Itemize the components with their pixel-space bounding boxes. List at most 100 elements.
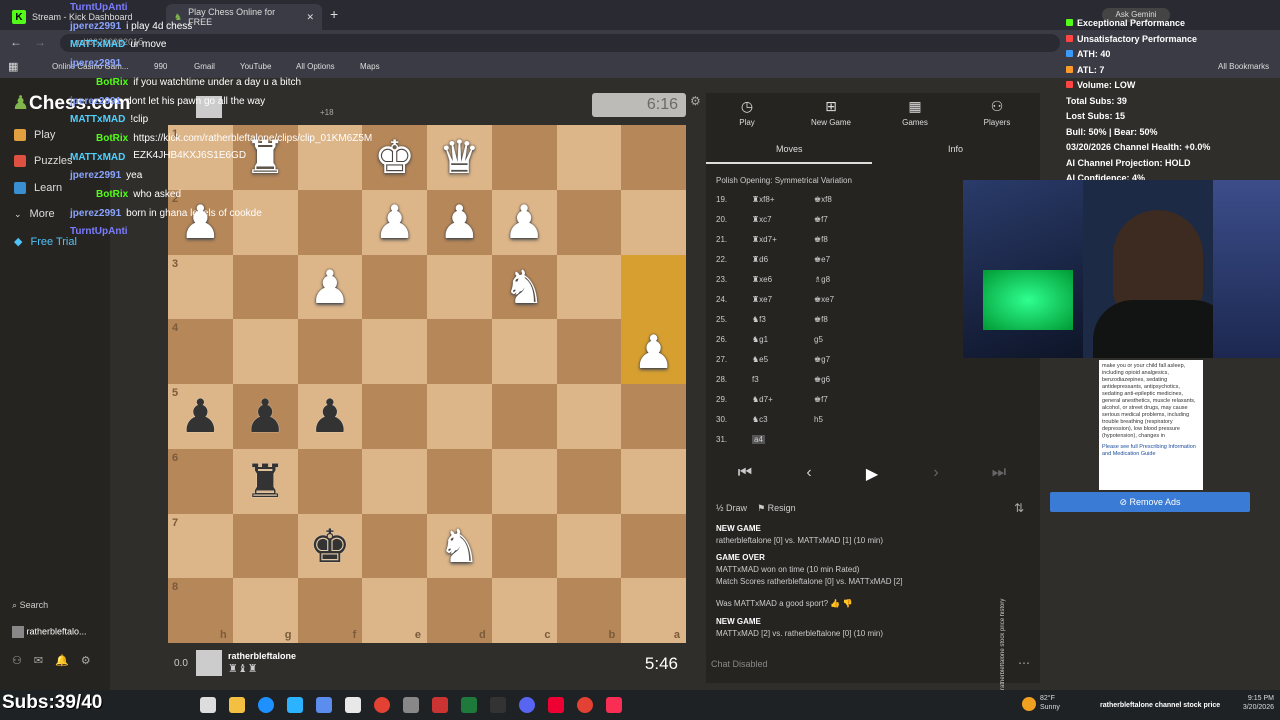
square-e5[interactable] [427,384,492,449]
square-g6[interactable] [556,448,622,514]
chess-piece[interactable]: ♞ [427,514,492,579]
square-g4[interactable] [556,319,622,384]
move-b[interactable]: ♚g7 [814,355,830,364]
nav-play[interactable]: Play [14,129,55,141]
move-w[interactable]: ♜xe6 [752,275,772,284]
square-d4[interactable] [362,319,427,384]
square-f2[interactable]: ♟ [491,189,557,255]
remove-ads-button[interactable]: ⊘ Remove Ads [1050,492,1250,512]
move-w[interactable]: ♜d6 [752,255,768,264]
square-a7[interactable]: 7 [168,513,233,579]
nav-free-trial[interactable]: ◆ Free Trial [14,235,77,249]
apps-grid-icon[interactable]: ▦ [8,60,18,73]
square-h4[interactable]: ♟ [621,319,686,384]
square-e3[interactable] [427,254,492,320]
chess-board[interactable]: 1 ♜ ♚ ♛ 2 ♟ ♟ ♟ ♟ 3 ♟ ♞ 4 ♟ 5 ♟ ♟ ♟ 6 ♜ 7 ♚ ♞ 8 h g f e d c b a [168,125,686,643]
move-w[interactable]: ♜xc7 [752,215,772,224]
chess-piece[interactable]: ♟ [492,190,557,255]
chrome-icon[interactable] [577,697,593,713]
square-h7[interactable] [621,513,686,579]
app-icon[interactable] [490,697,506,713]
maps-pin-icon[interactable] [548,697,564,713]
next-move-button[interactable]: › [906,464,966,488]
chat-username[interactable]: MATTxMAD [70,114,125,125]
resign-button[interactable]: ⚑ Resign [757,503,796,513]
square-b3[interactable] [232,254,298,320]
square-h5[interactable] [621,384,686,449]
new-tab-icon[interactable]: + [330,6,338,22]
square-b5[interactable]: ♟ [232,384,298,449]
move-w[interactable]: a4 [752,435,765,444]
square-a3[interactable]: 3 [168,254,233,320]
flip-board-icon[interactable]: ⇅ [1014,501,1024,515]
square-f8[interactable]: c [491,578,557,643]
tab-moves[interactable]: Moves [776,144,803,154]
square-c7[interactable]: ♚ [297,513,363,579]
search-nav[interactable]: ⌕ Search [12,600,48,611]
move-b[interactable]: ♚g6 [814,375,830,384]
chat-username[interactable]: BotRix [96,189,128,200]
back-icon[interactable]: ← [10,35,22,49]
bookmark-gmail[interactable]: Gmail [194,62,215,71]
tab-info[interactable]: Info [948,144,963,154]
square-f4[interactable] [491,319,557,384]
square-a4[interactable]: 4 [168,319,233,384]
move-w[interactable]: ♜xe7 [752,295,772,304]
chat-username[interactable]: jperez2991 [70,58,121,69]
app-icon[interactable] [316,697,332,713]
move-b[interactable]: ♚f8 [814,315,828,324]
move-b[interactable]: g5 [814,335,823,344]
tab-players[interactable]: ⚇ Players [962,98,1032,127]
edge-icon[interactable] [258,697,274,713]
move-b[interactable]: ♗g8 [814,275,830,284]
music-icon[interactable] [606,697,622,713]
square-e2[interactable]: ♟ [427,189,492,255]
move-row[interactable]: 28. f3 ♚g6 [716,375,1016,395]
move-w[interactable]: ♞g1 [752,335,768,344]
all-bookmarks[interactable]: All Bookmarks [1218,62,1269,71]
bookmark-990[interactable]: 990 [154,62,167,71]
square-b6[interactable]: ♜ [232,448,298,514]
square-e1[interactable]: ♛ [427,125,492,190]
ad-footer[interactable]: Please see full Prescribing Information … [1102,444,1200,458]
square-g8[interactable]: b [556,578,622,643]
clock[interactable]: 9:15 PM 3/20/2026 [1228,694,1274,712]
more-options-icon[interactable]: ⋯ [1018,656,1030,670]
forward-icon[interactable]: → [34,35,46,49]
square-e8[interactable]: d [427,578,492,643]
chat-username[interactable]: MATTxMAD [70,152,125,163]
move-w[interactable]: ♜xf8+ [752,195,775,204]
square-g7[interactable] [556,513,622,579]
discord-icon[interactable] [519,697,535,713]
square-h2[interactable] [621,189,686,255]
square-b8[interactable]: g [232,578,298,643]
chat-username[interactable]: TurntUpAnti [70,226,128,237]
move-b[interactable]: ♚f7 [814,395,828,404]
square-c4[interactable] [297,319,363,384]
chess-piece[interactable]: ♞ [492,255,557,320]
square-g2[interactable] [556,189,622,255]
square-c2[interactable] [297,189,363,255]
nav-more[interactable]: ⌄ More [14,208,55,220]
taskview-icon[interactable] [200,697,216,713]
square-b4[interactable] [232,319,298,384]
square-d5[interactable] [362,384,427,449]
app-icon[interactable] [432,697,448,713]
nav-learn[interactable]: Learn [14,182,62,194]
chess-piece[interactable]: ♟ [362,190,427,255]
chat-username[interactable]: BotRix [96,133,128,144]
ad-banner[interactable]: make you or your child fall asleep, incl… [1099,360,1203,490]
close-icon[interactable]: ✕ [306,12,314,23]
square-g5[interactable] [556,384,622,449]
chat-username[interactable]: TurntUpAnti [70,2,128,13]
move-w[interactable]: ♞d7+ [752,395,773,404]
draw-button[interactable]: ½ Draw [716,503,747,513]
square-g1[interactable] [556,125,622,190]
move-w[interactable]: ♜xd7+ [752,235,777,244]
move-b[interactable]: h5 [814,415,823,424]
move-b[interactable]: ♚xf8 [814,195,832,204]
chess-piece[interactable]: ♟ [298,255,363,320]
last-move-button[interactable]: ⏭ [969,464,1029,488]
store-icon[interactable] [287,697,303,713]
play-button[interactable]: ▶ [842,464,902,488]
